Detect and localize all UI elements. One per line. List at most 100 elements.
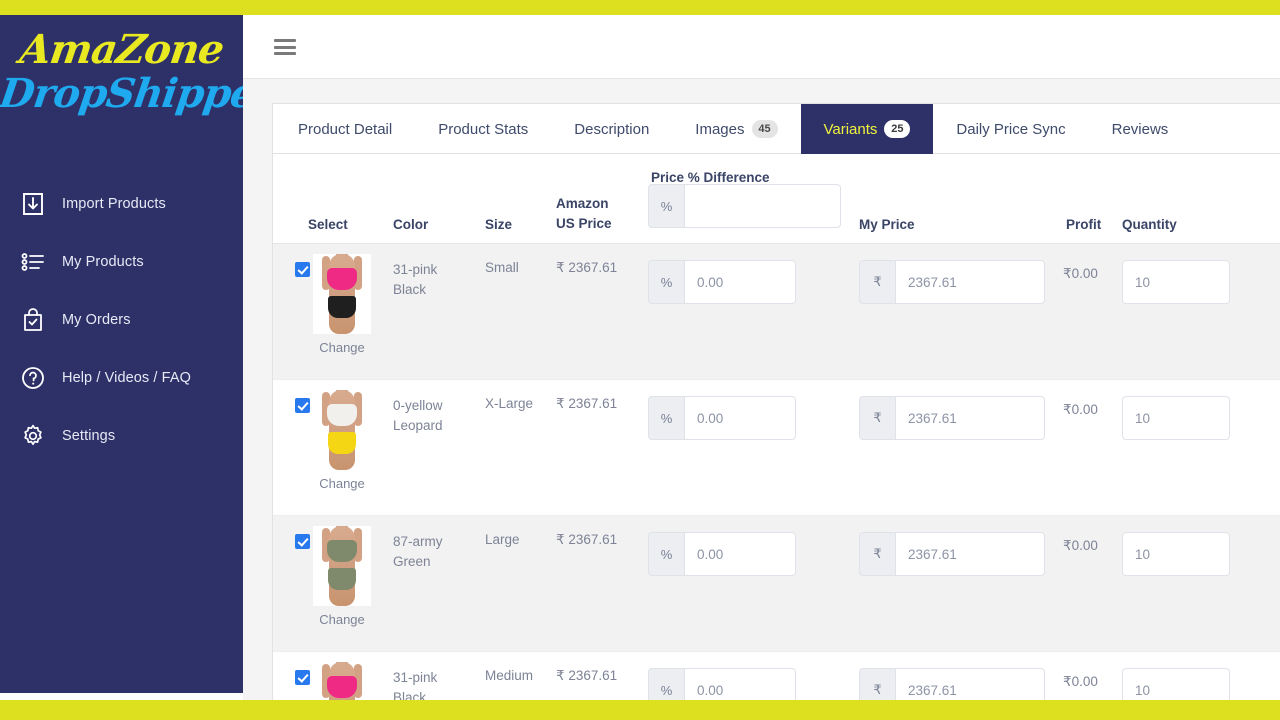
- sidebar-item-help-videos-faq[interactable]: Help / Videos / FAQ: [0, 349, 243, 407]
- bulk-price-diff-group: %: [648, 184, 841, 228]
- tab-reviews[interactable]: Reviews: [1089, 104, 1192, 154]
- sidebar-item-my-orders[interactable]: My Orders: [0, 291, 243, 349]
- tab-label: Variants: [823, 120, 878, 138]
- row-us-price: ₹ 2367.61: [556, 668, 618, 683]
- table-row: Change 31-pink Black Small ₹ 2367.61 % ₹: [273, 244, 1280, 380]
- question-circle-icon: [18, 363, 48, 393]
- column-header-my-price: My Price: [859, 217, 915, 232]
- row-quantity-input[interactable]: [1122, 260, 1230, 304]
- bulk-price-diff-input[interactable]: [684, 184, 841, 228]
- row-us-price: ₹ 2367.61: [556, 396, 618, 411]
- tab-label: Product Stats: [438, 120, 529, 138]
- tab-product-stats[interactable]: Product Stats: [415, 104, 551, 154]
- sidebar-item-label: Settings: [62, 428, 116, 444]
- row-price-diff-input[interactable]: [684, 396, 796, 440]
- row-color: 0-yellow Leopard: [393, 398, 443, 433]
- row-my-price-input[interactable]: [895, 396, 1045, 440]
- rupee-symbol-icon: ₹: [859, 532, 895, 576]
- hamburger-line: [274, 52, 296, 55]
- row-us-price: ₹ 2367.61: [556, 532, 618, 547]
- table-row: Change 0-yellow Leopard X-Large ₹ 2367.6…: [273, 380, 1280, 516]
- row-thumbnail-cell: Change: [313, 390, 371, 491]
- column-header-select: Select: [308, 217, 348, 232]
- table-row: Change 87-army Green Large ₹ 2367.61 % ₹: [273, 516, 1280, 652]
- tab-bar: Product Detail Product Stats Description…: [273, 104, 1280, 154]
- main-content: Product Detail Product Stats Description…: [243, 15, 1280, 720]
- row-select-checkbox[interactable]: [295, 534, 310, 549]
- sidebar-item-my-products[interactable]: My Products: [0, 233, 243, 291]
- change-image-link[interactable]: Change: [313, 612, 371, 627]
- sidebar-item-settings[interactable]: Settings: [0, 407, 243, 465]
- row-color: 87-army Green: [393, 534, 443, 569]
- logo-text-amazone: AmaZone: [16, 26, 227, 73]
- row-my-price-input[interactable]: [895, 260, 1045, 304]
- row-select-checkbox[interactable]: [295, 398, 310, 413]
- percent-symbol-icon: %: [648, 532, 684, 576]
- rupee-symbol-icon: ₹: [859, 260, 895, 304]
- row-price-diff-group: %: [648, 532, 796, 576]
- tab-badge-count: 45: [751, 120, 778, 138]
- gear-icon: [18, 421, 48, 451]
- column-header-quantity: Quantity: [1122, 217, 1177, 232]
- row-select-cell: [295, 262, 310, 277]
- row-color: 31-pink Black: [393, 262, 438, 297]
- row-select-checkbox[interactable]: [295, 670, 310, 685]
- tab-label: Daily Price Sync: [956, 120, 1066, 138]
- tab-images[interactable]: Images 45: [672, 104, 800, 154]
- list-icon: [18, 247, 48, 277]
- row-size: Medium: [485, 668, 534, 683]
- bottom-accent-bar: [0, 700, 1280, 720]
- row-quantity-cell: [1122, 532, 1230, 576]
- row-price-diff-group: %: [648, 396, 796, 440]
- sidebar-item-import-products[interactable]: Import Products: [0, 175, 243, 233]
- tab-label: Reviews: [1111, 120, 1169, 138]
- row-price-diff-input[interactable]: [684, 532, 796, 576]
- variant-thumbnail-image[interactable]: [313, 526, 371, 606]
- row-thumbnail-cell: Change: [313, 526, 371, 627]
- variants-card: Product Detail Product Stats Description…: [272, 103, 1280, 720]
- change-image-link[interactable]: Change: [313, 476, 371, 491]
- row-profit: ₹0.00: [1063, 266, 1098, 281]
- variant-thumbnail-image[interactable]: [313, 390, 371, 470]
- sidebar-item-label: Help / Videos / FAQ: [62, 370, 191, 386]
- download-box-icon: [18, 189, 48, 219]
- row-quantity-input[interactable]: [1122, 396, 1230, 440]
- row-size: Small: [485, 260, 519, 275]
- variants-table: Select Color Size Amazon US Price Price …: [273, 154, 1280, 720]
- row-my-price-input[interactable]: [895, 532, 1045, 576]
- top-bar: [243, 15, 1280, 79]
- change-image-link[interactable]: Change: [313, 340, 371, 355]
- tab-product-detail[interactable]: Product Detail: [273, 104, 415, 154]
- sidebar-item-label: My Orders: [62, 312, 131, 328]
- column-header-us-price: Amazon US Price: [556, 196, 612, 232]
- row-price-diff-group: %: [648, 260, 796, 304]
- row-price-diff-input[interactable]: [684, 260, 796, 304]
- sidebar-item-label: Import Products: [62, 196, 166, 212]
- row-my-price-group: ₹: [859, 260, 1045, 304]
- row-quantity-cell: [1122, 396, 1230, 440]
- table-header-row: Select Color Size Amazon US Price Price …: [273, 154, 1280, 244]
- hamburger-icon[interactable]: [274, 39, 296, 55]
- sidebar-item-label: My Products: [62, 254, 144, 270]
- variants-table-inner: Select Color Size Amazon US Price Price …: [273, 154, 1280, 720]
- tab-label: Product Detail: [298, 120, 393, 138]
- rupee-symbol-icon: ₹: [859, 396, 895, 440]
- tab-variants[interactable]: Variants 25: [800, 104, 934, 154]
- row-profit: ₹0.00: [1063, 674, 1098, 689]
- row-thumbnail-cell: Change: [313, 254, 371, 355]
- row-select-checkbox[interactable]: [295, 262, 310, 277]
- tab-description[interactable]: Description: [551, 104, 672, 154]
- row-us-price: ₹ 2367.61: [556, 260, 618, 275]
- sidebar: AmaZone DropShipper Import Products My P…: [0, 15, 243, 693]
- percent-symbol-icon: %: [648, 184, 684, 228]
- bag-check-icon: [18, 305, 48, 335]
- percent-symbol-icon: %: [648, 260, 684, 304]
- row-quantity-input[interactable]: [1122, 532, 1230, 576]
- variant-thumbnail-image[interactable]: [313, 254, 371, 334]
- tab-daily-price-sync[interactable]: Daily Price Sync: [933, 104, 1088, 154]
- row-select-cell: [295, 534, 310, 549]
- row-my-price-group: ₹: [859, 532, 1045, 576]
- app-logo[interactable]: AmaZone DropShipper: [0, 15, 243, 117]
- percent-symbol-icon: %: [648, 396, 684, 440]
- tab-badge-count: 25: [884, 120, 911, 138]
